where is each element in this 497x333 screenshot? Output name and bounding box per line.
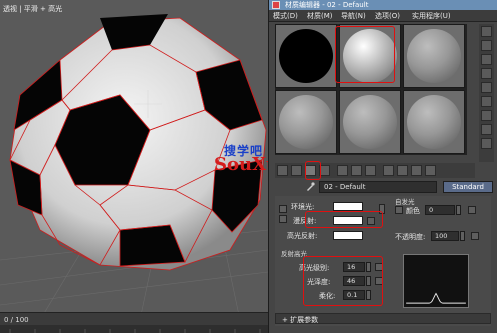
spinner-arrows[interactable] [456,205,461,215]
window-title: 材质编辑器 - 02 - Default [285,1,369,9]
lock-icon[interactable] [279,215,287,223]
time-slider[interactable]: 0 / 100 [0,312,268,333]
specular-color-swatch[interactable] [333,231,363,240]
menu-utilities[interactable]: 实用程序(U) [412,10,451,22]
select-by-material-icon[interactable] [481,124,492,135]
sample-slot-3[interactable] [403,24,465,88]
options-icon[interactable] [481,110,492,121]
highlight-diffuse [305,211,383,228]
opacity-label: 不透明度: [395,233,426,241]
app-icon [272,1,280,9]
self-illum-spinner[interactable]: 0 [425,205,455,215]
show-end-result-icon[interactable] [397,165,408,176]
extended-parameters-label: + 扩展参数 [282,316,319,324]
material-name-row: 02 - Default Standard [305,181,495,193]
opacity-map-button[interactable] [471,232,479,240]
highlight-assign-button [305,161,321,180]
extended-parameters-rollout[interactable]: + 扩展参数 [275,313,491,324]
menu-mode[interactable]: 模式(D) [273,10,298,22]
spinner-arrows[interactable] [460,231,465,241]
self-illum-map-button[interactable] [468,206,476,214]
make-preview-icon[interactable] [481,96,492,107]
color-checkbox-label: 颜色 [406,207,420,215]
go-to-parent-icon[interactable] [411,165,422,176]
sphere-preview [279,29,333,83]
sample-slot-4[interactable] [275,90,337,154]
sphere-preview [279,95,333,149]
sample-slot-1[interactable] [275,24,337,88]
timeline-track[interactable] [0,325,268,333]
background-icon[interactable] [481,54,492,65]
eyedropper-icon[interactable] [305,182,315,192]
uv-tiling-icon[interactable] [481,68,492,79]
sphere-preview [407,29,461,83]
make-unique-icon[interactable] [337,165,348,176]
backlight-icon[interactable] [481,40,492,51]
opacity-spinner[interactable]: 100 [431,231,459,241]
side-toolbar [479,24,494,162]
put-to-scene-icon[interactable] [291,165,302,176]
highlight-specular-params [303,256,383,306]
specular-label: 高光反射: [287,232,318,240]
put-to-library-icon[interactable] [351,165,362,176]
menu-bar: 模式(D) 材质(M) 导航(N) 选项(O) 实用程序(U) [269,10,497,22]
go-forward-sibling-icon[interactable] [425,165,436,176]
highlight-selected-slot [335,26,395,83]
material-name-field[interactable]: 02 - Default [319,181,437,193]
highlight-curve-graph [403,254,469,308]
viewport-label[interactable]: 透视 | 平滑 + 高光 [3,4,62,14]
show-in-viewport-icon[interactable] [383,165,394,176]
time-readout: 0 / 100 [4,316,29,324]
menu-material[interactable]: 材质(M) [307,10,333,22]
sample-slot-5[interactable] [339,90,401,154]
material-editor-window: 材质编辑器 - 02 - Default 模式(D) 材质(M) 导航(N) 选… [268,0,497,333]
material-navigator-icon[interactable] [481,138,492,149]
menu-navigation[interactable]: 导航(N) [341,10,366,22]
material-id-icon[interactable] [365,165,376,176]
sphere-preview [343,95,397,149]
get-material-icon[interactable] [277,165,288,176]
menu-options[interactable]: 选项(O) [375,10,400,22]
self-illum-group: 自发光 [395,198,415,206]
color-checkbox[interactable] [395,206,403,214]
sample-type-icon[interactable] [481,26,492,37]
material-type-button[interactable]: Standard [443,181,493,193]
sphere-preview [407,95,461,149]
sample-slot-6[interactable] [403,90,465,154]
ambient-color-swatch[interactable] [333,202,363,211]
video-check-icon[interactable] [481,82,492,93]
lock-icon[interactable] [279,205,287,213]
title-bar[interactable]: 材质编辑器 - 02 - Default [269,0,497,10]
